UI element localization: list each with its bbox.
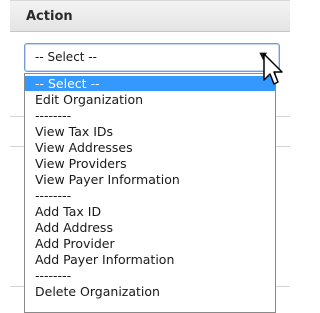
arrow-pointer-icon [263, 53, 283, 85]
dropdown-option-add-address[interactable]: Add Address [25, 220, 275, 235]
dropdown-option-separator[interactable]: -------- [25, 188, 275, 203]
dropdown-option-view-tax-ids[interactable]: View Tax IDs [25, 124, 275, 139]
action-column-header: Action [10, 0, 290, 32]
action-header-label: Action [26, 9, 73, 24]
action-panel: Action -- Select -- ▼ -- Select -- Edit … [0, 0, 290, 313]
dropdown-option-view-addresses[interactable]: View Addresses [25, 140, 275, 155]
dropdown-option-separator[interactable]: -------- [25, 108, 275, 123]
action-select-value: -- Select -- [35, 50, 97, 64]
dropdown-option-edit-organization[interactable]: Edit Organization [25, 92, 275, 107]
dropdown-option-view-payer-information[interactable]: View Payer Information [25, 172, 275, 187]
action-dropdown-list: -- Select -- Edit Organization -------- … [24, 73, 276, 313]
dropdown-option-add-tax-id[interactable]: Add Tax ID [25, 204, 275, 219]
dropdown-option-select[interactable]: -- Select -- [25, 76, 275, 91]
dropdown-option-view-providers[interactable]: View Providers [25, 156, 275, 171]
dropdown-option-add-payer-information[interactable]: Add Payer Information [25, 252, 275, 267]
dropdown-option-separator[interactable]: -------- [25, 268, 275, 283]
action-select[interactable]: -- Select -- ▼ [24, 43, 280, 72]
dropdown-option-add-provider[interactable]: Add Provider [25, 236, 275, 251]
dropdown-option-delete-organization[interactable]: Delete Organization [25, 284, 275, 299]
